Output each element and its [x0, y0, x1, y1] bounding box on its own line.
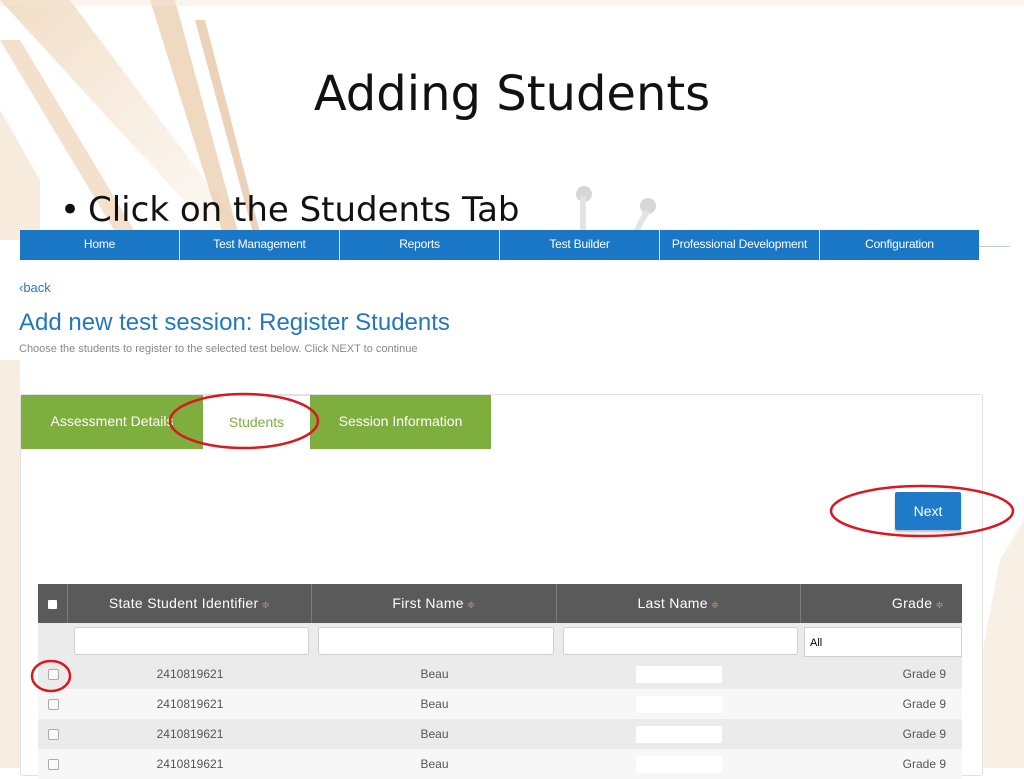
row-checkbox[interactable] — [47, 729, 59, 741]
cell-grade: Grade 9 — [902, 667, 946, 681]
page-subtitle: Choose the students to register to the s… — [19, 343, 418, 355]
row-checkbox[interactable] — [47, 669, 59, 681]
redacted-last-name — [636, 696, 722, 714]
cell-identifier: 2410819621 — [156, 757, 224, 771]
slide-title: Adding Students — [313, 66, 711, 122]
bullet-dot-icon: • — [60, 190, 81, 230]
row-checkbox-cell — [38, 689, 68, 719]
redacted-last-name — [636, 666, 722, 684]
select-all-cell — [38, 584, 68, 623]
select-all-checkbox[interactable] — [48, 599, 57, 609]
cell-first-name: Beau — [420, 727, 449, 741]
header-first-name[interactable]: First Name ≑ — [312, 584, 557, 623]
row-checkbox[interactable] — [47, 699, 59, 711]
row-checkbox[interactable] — [47, 759, 59, 771]
table-row: 2410819621 Beau Grade 9 — [38, 749, 962, 779]
filter-last-name-input[interactable] — [563, 627, 798, 655]
page-title: Add new test session: Register Students — [19, 309, 450, 336]
cell-first-name: Beau — [420, 757, 449, 771]
back-link[interactable]: ‹back — [19, 280, 51, 295]
cell-grade: Grade 9 — [902, 697, 946, 711]
tab-students[interactable]: Students — [203, 395, 310, 449]
header-grade[interactable]: Grade ≑ — [801, 584, 962, 623]
cell-grade: Grade 9 — [902, 757, 946, 771]
register-panel: Assessment Details Students Session Info… — [20, 394, 983, 779]
redacted-last-name — [636, 726, 722, 744]
filter-cell — [68, 623, 312, 659]
sort-icon: ≑ — [261, 600, 271, 611]
header-label: Grade — [891, 595, 933, 611]
top-navbar: Home Test Management Reports Test Builde… — [20, 230, 979, 260]
filter-spacer — [38, 623, 68, 659]
table-header: State Student Identifier ≑ First Name ≑ La… — [38, 584, 962, 623]
table-row: 2410819621 Beau Grade 9 — [38, 659, 962, 689]
header-label: Last Name — [637, 595, 708, 611]
row-checkbox-cell — [38, 659, 68, 689]
cell-last-name — [557, 749, 801, 779]
cell-identifier: 2410819621 — [156, 727, 224, 741]
table-row: 2410819621 Beau Grade 9 — [38, 689, 962, 719]
filter-grade-select[interactable]: All — [804, 627, 962, 657]
row-checkbox-cell — [38, 749, 68, 779]
tab-bar: Assessment Details Students Session Info… — [21, 395, 491, 449]
table-row: 2410819621 Beau Grade 9 — [38, 719, 962, 749]
tab-session-information[interactable]: Session Information — [310, 395, 491, 449]
sort-icon: ≑ — [935, 600, 944, 611]
cell-last-name — [557, 689, 801, 719]
row-checkbox-cell — [38, 719, 68, 749]
cell-last-name — [557, 719, 801, 749]
cell-grade: Grade 9 — [902, 727, 946, 741]
filter-cell — [557, 623, 801, 659]
nav-test-management[interactable]: Test Management — [180, 230, 340, 260]
header-state-student-identifier[interactable]: State Student Identifier ≑ — [68, 584, 312, 623]
header-label: First Name — [392, 595, 464, 611]
nav-configuration[interactable]: Configuration — [820, 230, 979, 260]
redacted-last-name — [636, 756, 722, 774]
pin-decoration-icon — [576, 186, 656, 230]
slide-bullet: • Click on the Students Tab — [60, 190, 520, 230]
cell-last-name — [557, 659, 801, 689]
nav-professional-development[interactable]: Professional Development — [660, 230, 820, 260]
cell-identifier: 2410819621 — [156, 697, 224, 711]
filter-state-student-identifier-input[interactable] — [74, 627, 309, 655]
filter-cell: All — [801, 623, 962, 659]
cell-identifier: 2410819621 — [156, 667, 224, 681]
header-last-name[interactable]: Last Name ≑ — [557, 584, 801, 623]
filter-cell — [312, 623, 557, 659]
students-table: State Student Identifier ≑ First Name ≑ La… — [38, 584, 962, 779]
next-button[interactable]: Next — [895, 492, 961, 530]
cell-first-name: Beau — [420, 667, 449, 681]
nav-test-builder[interactable]: Test Builder — [500, 230, 660, 260]
header-label: State Student Identifier — [108, 595, 259, 611]
tab-assessment-details[interactable]: Assessment Details — [21, 395, 203, 449]
filter-row: All — [38, 623, 962, 659]
sort-icon: ≑ — [710, 600, 720, 611]
bullet-text: Click on the Students Tab — [88, 190, 520, 230]
nav-reports[interactable]: Reports — [340, 230, 500, 260]
filter-first-name-input[interactable] — [318, 627, 554, 655]
sort-icon: ≑ — [466, 600, 476, 611]
nav-home[interactable]: Home — [20, 230, 180, 260]
cell-first-name: Beau — [420, 697, 449, 711]
